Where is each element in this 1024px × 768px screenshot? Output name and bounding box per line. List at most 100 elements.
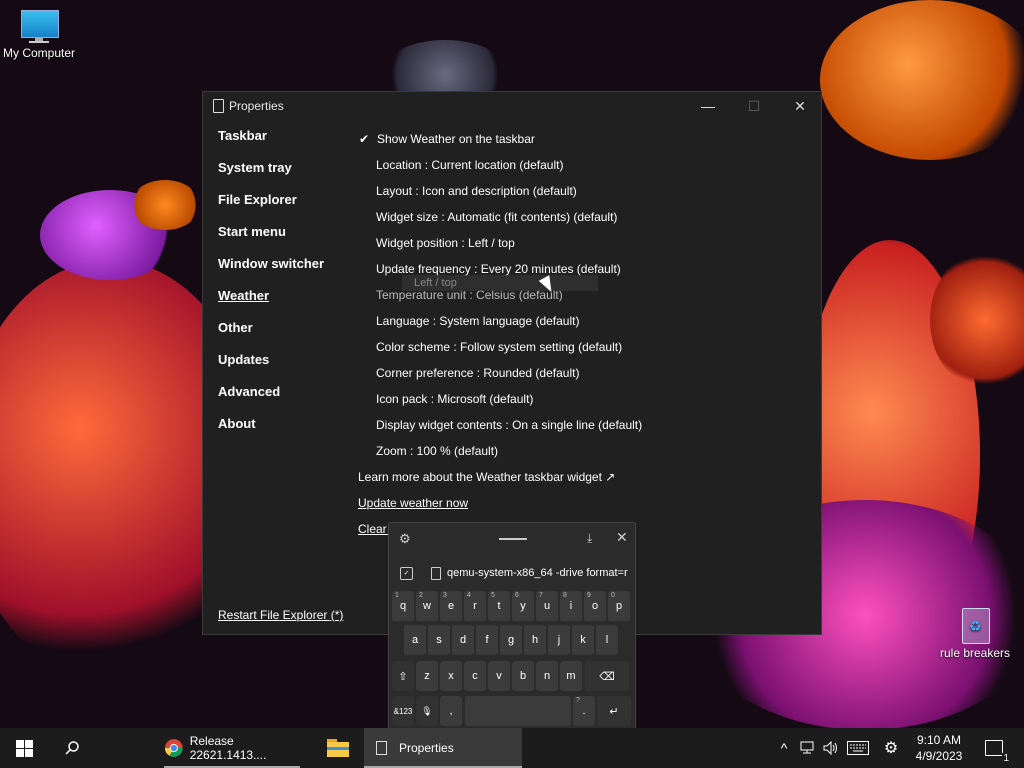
minimize-button[interactable]: — (685, 92, 731, 120)
nav-item-weather[interactable]: Weather (218, 288, 324, 320)
touch-keyboard: ⚙ ⤓ ✕ ✓ qemu-system-x86_64 -drive format… (388, 522, 636, 734)
search-button[interactable] (48, 728, 96, 768)
nav-item-taskbar[interactable]: Taskbar (218, 128, 324, 160)
start-button[interactable] (0, 728, 48, 768)
symbols-key[interactable]: &123 (392, 696, 414, 726)
key-p[interactable]: 0p (608, 591, 630, 621)
key-d[interactable]: d (452, 625, 474, 655)
close-button[interactable]: ✕ (777, 92, 823, 120)
space-key[interactable] (465, 696, 571, 726)
key-a[interactable]: a (404, 625, 426, 655)
taskbar-item-label: Release 22621.1413.... (189, 734, 267, 762)
setting-corner-preference[interactable]: Corner preference : Rounded (default) (358, 360, 808, 386)
key-c[interactable]: c (464, 661, 486, 691)
key-sup: 2 (419, 592, 423, 599)
show-hidden-icons-chevron-icon[interactable]: ^ (774, 728, 794, 768)
taskbar-file-explorer[interactable] (318, 728, 358, 768)
keyboard-dock-icon[interactable]: ⤓ (587, 531, 592, 546)
key-label: t (497, 600, 501, 612)
enter-key[interactable]: ↵ (597, 696, 631, 726)
key-q[interactable]: 1q (392, 591, 414, 621)
key-e[interactable]: 3e (440, 591, 462, 621)
key-k[interactable]: k (572, 625, 594, 655)
key-z[interactable]: z (416, 661, 438, 691)
restart-file-explorer-link[interactable]: Restart File Explorer (*) (218, 608, 343, 622)
setting-location[interactable]: Location : Current location (default) (358, 152, 808, 178)
comma-key[interactable]: , (440, 696, 462, 726)
clock-time: 9:10 AM (916, 733, 962, 747)
setting-display-widget-contents[interactable]: Display widget contents : On a single li… (358, 412, 808, 438)
keyboard-close-icon[interactable]: ✕ (616, 529, 628, 546)
setting-zoom[interactable]: Zoom : 100 % (default) (358, 438, 808, 464)
setting-layout[interactable]: Layout : Icon and description (default) (358, 178, 808, 204)
key-label: p (615, 600, 623, 612)
settings-gear-icon[interactable]: ⚙ (880, 728, 902, 768)
key-sup: 3 (443, 592, 447, 599)
my-computer-desktop-icon[interactable]: My Computer (0, 10, 78, 60)
key-j[interactable]: j (548, 625, 570, 655)
learn-more-weather-link[interactable]: Learn more about the Weather taskbar wid… (358, 464, 808, 490)
update-weather-now-link[interactable]: Update weather now (358, 490, 808, 516)
key-o[interactable]: 9o (584, 591, 606, 621)
key-h[interactable]: h (524, 625, 546, 655)
nav-item-updates[interactable]: Updates (218, 352, 324, 384)
key-sup: 7 (539, 592, 543, 599)
sidebar-nav: Taskbar System tray File Explorer Start … (218, 128, 324, 448)
network-icon[interactable] (798, 728, 818, 768)
key-g[interactable]: g (500, 625, 522, 655)
shift-key[interactable]: ⇧ (392, 661, 414, 691)
volume-icon[interactable] (820, 728, 842, 768)
backspace-key[interactable]: ⌫ (585, 661, 629, 691)
key-s[interactable]: s (428, 625, 450, 655)
touch-keyboard-tray-icon[interactable] (846, 728, 870, 768)
recycle-bin-desktop-icon[interactable]: ♻ rule breakers (938, 604, 1012, 660)
setting-widget-position[interactable]: Widget position : Left / top (358, 230, 808, 256)
key-sup: 4 (467, 592, 471, 599)
key-sup: 0 (611, 592, 615, 599)
setting-color-scheme[interactable]: Color scheme : Follow system setting (de… (358, 334, 808, 360)
keyboard-glyph-icon (847, 741, 869, 755)
properties-app-icon (213, 99, 224, 113)
setting-widget-size[interactable]: Widget size : Automatic (fit contents) (… (358, 204, 808, 230)
taskbar-properties-item[interactable]: Properties (364, 728, 522, 768)
nav-item-about[interactable]: About (218, 416, 324, 448)
notifications-button[interactable]: 1 (982, 728, 1010, 768)
properties-app-icon (376, 741, 387, 755)
chrome-icon (164, 739, 183, 757)
key-v[interactable]: v (488, 661, 510, 691)
title-bar[interactable]: Properties — ☐ ✕ (203, 92, 821, 120)
microphone-key-icon[interactable]: 🎙 (416, 696, 438, 726)
key-sup: 5 (491, 592, 495, 599)
key-t[interactable]: 5t (488, 591, 510, 621)
clipboard-suggestion[interactable]: qemu-system-x86_64 -drive format=r (447, 567, 635, 579)
key-y[interactable]: 6y (512, 591, 534, 621)
nav-item-other[interactable]: Other (218, 320, 324, 352)
key-b[interactable]: b (512, 661, 534, 691)
clipboard-history-icon[interactable]: ✓ (400, 567, 413, 580)
keyboard-settings-icon[interactable]: ⚙ (399, 531, 411, 547)
key-w[interactable]: 2w (416, 591, 438, 621)
key-x[interactable]: x (440, 661, 462, 691)
key-label: q (399, 600, 407, 612)
notification-icon: 1 (985, 740, 1010, 764)
key-r[interactable]: 4r (464, 591, 486, 621)
nav-item-start-menu[interactable]: Start menu (218, 224, 324, 256)
key-f[interactable]: f (476, 625, 498, 655)
key-i[interactable]: 8i (560, 591, 582, 621)
setting-show-weather[interactable]: ✔ Show Weather on the taskbar (358, 126, 808, 152)
key-u[interactable]: 7u (536, 591, 558, 621)
setting-icon-pack[interactable]: Icon pack : Microsoft (default) (358, 386, 808, 412)
clock[interactable]: 9:10 AM 4/9/2023 (912, 728, 966, 768)
nav-item-system-tray[interactable]: System tray (218, 160, 324, 192)
key-m[interactable]: m (560, 661, 582, 691)
maximize-button[interactable]: ☐ (731, 92, 777, 120)
period-key[interactable]: ?. (573, 696, 595, 726)
nav-item-file-explorer[interactable]: File Explorer (218, 192, 324, 224)
nav-item-advanced[interactable]: Advanced (218, 384, 324, 416)
key-l[interactable]: l (596, 625, 618, 655)
nav-item-window-switcher[interactable]: Window switcher (218, 256, 324, 288)
taskbar-chrome-item[interactable]: Release 22621.1413.... (158, 728, 312, 768)
setting-language[interactable]: Language : System language (default) (358, 308, 808, 334)
keyboard-drag-handle[interactable] (499, 538, 527, 540)
key-n[interactable]: n (536, 661, 558, 691)
